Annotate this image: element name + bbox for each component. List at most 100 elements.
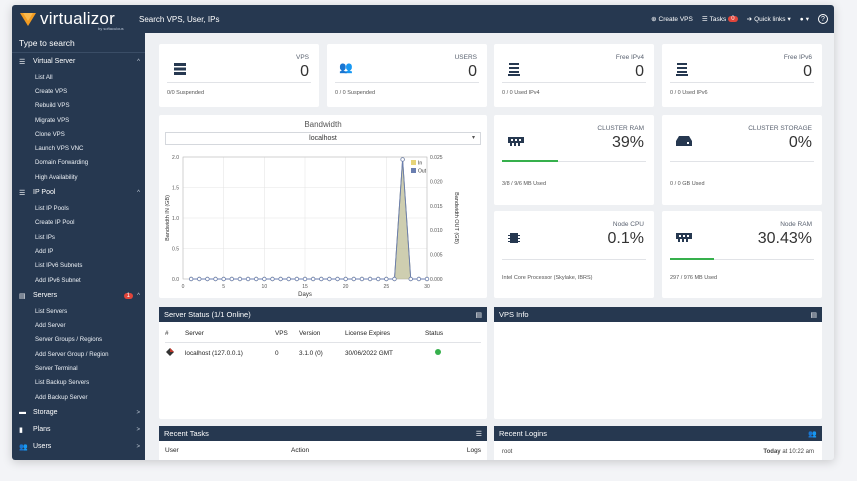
progress-bar (502, 160, 559, 162)
col-header: Server (185, 330, 204, 338)
sidebar-item[interactable]: Add Backup Server (12, 390, 145, 404)
data-point (286, 276, 291, 282)
user-icon: ● (799, 15, 804, 23)
data-point (270, 276, 275, 282)
sidebar-item[interactable]: List Backup Servers (12, 376, 145, 390)
tasks-label: Tasks (709, 15, 727, 23)
tasks-button[interactable]: ☰ Tasks 0 (702, 15, 738, 23)
stat-label: Node CPU (612, 221, 644, 228)
sidebar-item[interactable]: Clone VPS (12, 127, 145, 141)
legend-label: Out (418, 169, 427, 175)
sidebar-item[interactable]: Domain Forwarding (12, 156, 145, 170)
status-online-icon (425, 342, 481, 364)
sidebar-item[interactable]: Add IP (12, 244, 145, 258)
legend-swatch (411, 160, 416, 165)
servers-icon: ▤ (19, 292, 26, 300)
servers-badge: 1 (123, 292, 133, 299)
sidebar-section-virtual-server[interactable]: ☰ Virtual Server ^ (12, 53, 145, 70)
hdd-icon: ▬ (19, 409, 26, 417)
vps-info-panel: VPS Info ▤ (494, 307, 822, 419)
col-header: VPS (275, 330, 288, 338)
sidebar-item[interactable]: List IPs (12, 230, 145, 244)
sidebar-section-label: Users (33, 443, 52, 451)
data-point (408, 276, 413, 282)
x-tick-label: 0 (182, 284, 185, 290)
table-row[interactable]: localhost (127.0.0.1) 0 3.1.0 (0) 30/06/… (165, 342, 481, 364)
sidebar-item[interactable]: Server Terminal (12, 361, 145, 375)
sidebar-section-servers[interactable]: ▤ Servers 1 ^ (12, 287, 145, 304)
stat-sub: Intel Core Processor (Skylake, IBRS) (502, 275, 593, 281)
global-search-input[interactable]: Search VPS, User, IPs (139, 15, 439, 24)
sidebar-item[interactable]: Create IP Pool (12, 216, 145, 230)
stat-sub: 3/8 / 9/6 MB Used (502, 181, 547, 187)
data-point (237, 276, 243, 282)
top-bar: virtualizor by softaculous Search VPS, U… (12, 5, 834, 33)
chevron-right-icon: > (136, 426, 140, 433)
data-point (384, 276, 389, 282)
stat-sub: 0 / 0 Used IPv4 (502, 90, 540, 96)
y2-tick-label: 0.005 (430, 253, 443, 259)
cpu-icon (508, 233, 520, 243)
sidebar-item[interactable]: List IPv6 Subnets (12, 259, 145, 273)
data-point (392, 276, 397, 282)
y2-tick-label: 0.010 (430, 228, 443, 234)
login-day: Today (763, 449, 781, 455)
logo-icon (20, 13, 36, 26)
sidebar-item[interactable]: Add Server (12, 318, 145, 332)
server-select[interactable]: localhost ▾ (165, 132, 481, 145)
network-icon (676, 63, 688, 76)
sidebar-item[interactable]: High Availability (12, 170, 145, 184)
sidebar-search-input[interactable]: Type to search (12, 33, 145, 53)
data-point (335, 276, 340, 282)
users-icon: 👥 (808, 430, 817, 438)
logo[interactable]: virtualizor by softaculous (12, 5, 135, 33)
sidebar-section-storage[interactable]: ▬ Storage > (12, 404, 145, 421)
user-menu-button[interactable]: ● ▾ (799, 15, 809, 24)
data-point (245, 276, 251, 282)
create-vps-button[interactable]: ⊕ Create VPS (651, 15, 693, 24)
y2-tick-label: 0.025 (430, 155, 443, 161)
y-tick-label: 0.0 (172, 277, 179, 283)
stat-sub: 297 / 976 MB Used (670, 275, 718, 281)
sidebar-item[interactable]: List All (12, 70, 145, 84)
help-icon: ? (818, 14, 828, 24)
sidebar-item[interactable]: Add Server Group / Region (12, 347, 145, 361)
server-icon: ▤ (475, 311, 482, 319)
users-icon: 👥 (19, 443, 28, 451)
sidebar-item[interactable]: Server Groups / Regions (12, 333, 145, 347)
legend-label: In (418, 161, 422, 167)
col-header: Version (299, 330, 321, 338)
panel-title: Recent Logins (499, 429, 547, 438)
sidebar-item[interactable]: List Servers (12, 304, 145, 318)
chevron-right-icon: > (136, 409, 140, 416)
sidebar-item[interactable]: Create VPS (12, 84, 145, 98)
data-point (253, 276, 259, 282)
sidebar-item[interactable]: Launch VPS VNC (12, 141, 145, 155)
sidebar-section-plans[interactable]: ▮ Plans > (12, 421, 145, 438)
sidebar-item[interactable]: List IP Pools (12, 201, 145, 215)
data-point (359, 276, 365, 282)
sidebar-item[interactable]: Migrate VPS (12, 113, 145, 127)
sidebar-item[interactable]: Rebuild VPS (12, 99, 145, 113)
server-version: 3.1.0 (0) (299, 349, 323, 357)
server-icon (174, 63, 186, 75)
progress-track (670, 161, 814, 162)
y-tick-label: 1.0 (172, 216, 179, 222)
server-name[interactable]: localhost (127.0.0.1) (185, 342, 275, 364)
data-point (319, 276, 324, 282)
data-point (294, 276, 300, 282)
login-hour: at 10:22 am (782, 449, 814, 455)
help-button[interactable]: ? (818, 14, 828, 24)
sidebar-section-ip-pool[interactable]: ☰ IP Pool ^ (12, 184, 145, 201)
list-icon: ☰ (701, 16, 708, 23)
y2-axis-label: Bandwidth OUT (GB) (453, 192, 459, 244)
sidebar-item[interactable]: Add IPv6 Subnet (12, 273, 145, 287)
panel-header: Server Status (1/1 Online) ▤ (159, 307, 487, 322)
bandwidth-card: Bandwidth localhost ▾ 0 5 10 15 20 25 30 0.0 0.5… (159, 115, 487, 298)
x-tick-label: 5 (222, 284, 225, 290)
sidebar-section-users[interactable]: 👥 Users > (12, 438, 145, 455)
logo-subtext: by softaculous (98, 26, 124, 31)
server-icon: ▤ (810, 311, 817, 319)
x-tick-label: 15 (302, 284, 308, 290)
quick-links-button[interactable]: ➔ Quick links ▾ (747, 15, 791, 24)
